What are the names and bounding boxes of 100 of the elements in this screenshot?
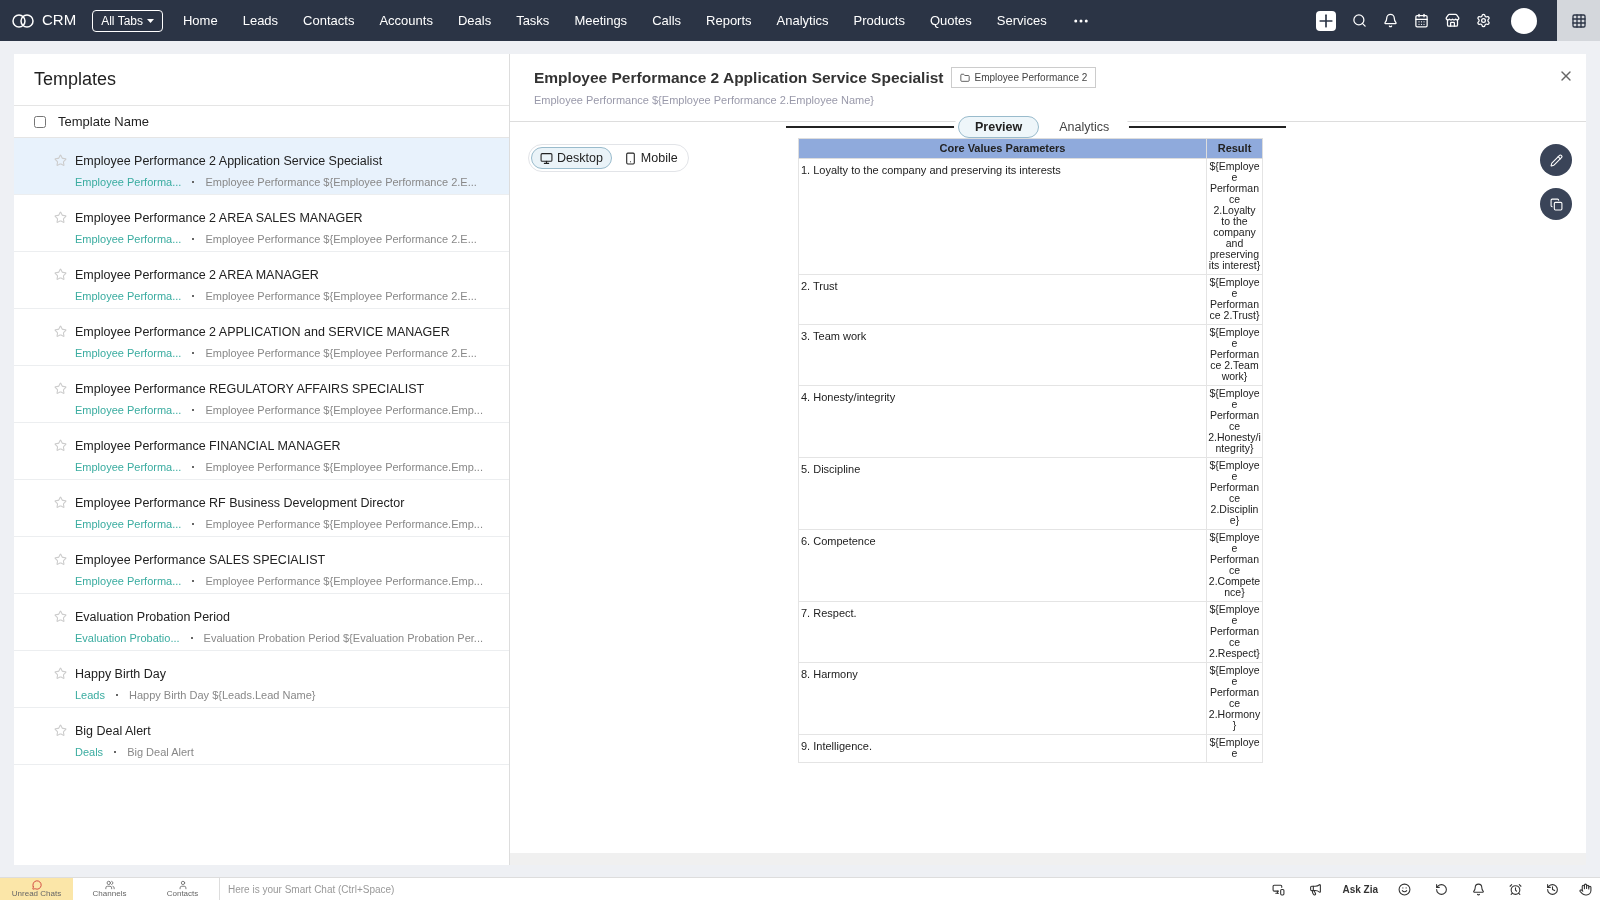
star-icon[interactable]: [54, 610, 67, 623]
subject-text: Evaluation Probation Period ${Evaluation Probation Per...: [203, 630, 484, 646]
template-name: Employee Performance 2 AREA SALES MANAGER: [75, 210, 364, 227]
chat-icon: [31, 880, 42, 890]
template-name: Employee Performance 2 AREA MANAGER: [75, 267, 320, 284]
apps-button[interactable]: [1557, 0, 1600, 41]
nav-tab[interactable]: Tasks: [516, 10, 550, 31]
nav-tab[interactable]: Calls: [652, 10, 682, 31]
app-name: CRM: [42, 10, 77, 31]
template-name: Employee Performance FINANCIAL MANAGER: [75, 438, 342, 455]
panel-title: Templates: [34, 68, 117, 91]
table-cell: 2. Trust: [798, 274, 1207, 325]
table-cell: 3. Team work: [798, 324, 1207, 386]
star-icon[interactable]: [54, 439, 67, 452]
bell-icon[interactable]: [1383, 13, 1398, 28]
module-label: Deals: [75, 744, 104, 760]
module-label: Employee Performa...: [75, 288, 182, 304]
subject-text: Employee Performance ${Employee Performance.Emp...: [205, 402, 483, 418]
module-label: Employee Performa...: [75, 459, 182, 475]
nav-tab[interactable]: Reports: [706, 10, 752, 31]
table-cell: ${Employee Performance 2.Hormony}: [1206, 662, 1263, 735]
nav-tab[interactable]: Quotes: [929, 10, 972, 31]
table-cell: ${Employee Performance 2.Competence}: [1206, 529, 1263, 602]
subject-text: Employee Performance ${Employee Performance 2.E...: [205, 174, 477, 190]
avatar[interactable]: [1511, 7, 1537, 34]
bell-icon[interactable]: [1472, 882, 1485, 896]
subject-text: Employee Performance ${Employee Performance.Emp...: [205, 459, 483, 475]
table-cell: ${Employee Performance 2.Loyalty to the company and preserving its interest}: [1206, 158, 1263, 275]
logo-icon: [12, 13, 34, 28]
chat-bar-item[interactable]: Unread Chats: [0, 878, 73, 900]
template-name: Big Deal Alert: [75, 723, 152, 740]
view-tab[interactable]: Mobile: [615, 147, 686, 169]
star-icon[interactable]: [54, 268, 67, 281]
module-label: Employee Performa...: [75, 516, 182, 532]
table-cell: ${Employee Performance 2.Team work}: [1206, 324, 1263, 386]
template-name: Evaluation Probation Period: [75, 609, 231, 626]
nav-tab[interactable]: Home: [183, 10, 218, 31]
monitor-icon: [540, 151, 553, 165]
calendar-icon[interactable]: [1414, 13, 1429, 28]
preview-tab[interactable]: Analytics: [1043, 116, 1126, 138]
star-icon[interactable]: [54, 553, 67, 566]
nav-tab[interactable]: Meetings: [574, 10, 628, 31]
edit-button[interactable]: [1540, 144, 1572, 176]
nav-tab[interactable]: Products: [853, 10, 905, 31]
all-tabs-dropdown[interactable]: All Tabs: [92, 9, 163, 32]
nav-tab[interactable]: Deals: [457, 10, 492, 31]
hand-icon[interactable]: [1579, 882, 1592, 896]
table-cell: 7. Respect.: [798, 601, 1207, 663]
star-icon[interactable]: [54, 325, 67, 338]
template-name: Employee Performance REGULATORY AFFAIRS SPECIALIST: [75, 381, 426, 398]
column-header: Template Name: [58, 112, 150, 131]
settings-icon[interactable]: [1476, 13, 1491, 28]
screen-icon[interactable]: [1272, 882, 1286, 896]
chat-bar-item[interactable]: Channels: [73, 878, 146, 900]
smart-chat-field[interactable]: Here is your Smart Chat (Ctrl+Space): [219, 878, 1261, 900]
folder-icon: [960, 72, 971, 83]
star-icon[interactable]: [54, 211, 67, 224]
star-icon[interactable]: [54, 724, 67, 737]
star-icon[interactable]: [54, 667, 67, 680]
store-icon[interactable]: [1445, 13, 1460, 28]
table-cell: ${Employee Performance 2.Trust}: [1206, 274, 1263, 325]
smile-icon[interactable]: [1398, 882, 1411, 896]
preview-tab[interactable]: Preview: [958, 116, 1040, 138]
people-icon: [104, 880, 115, 890]
person-icon: [177, 880, 188, 890]
template-row[interactable]: Employee Performance 2 Application Service Specialist Employee Performa... Employee Performance ${Employee Performance 2.E...: [14, 138, 509, 195]
nav-tab[interactable]: Services: [996, 10, 1047, 31]
template-title: Employee Performance 2 Application Service Specialist: [534, 68, 944, 89]
nav-tab[interactable]: Analytics: [776, 10, 829, 31]
module-label: Evaluation Probatio...: [75, 630, 180, 646]
nav-tab[interactable]: Accounts: [379, 10, 433, 31]
nav-tab[interactable]: Leads: [242, 10, 279, 31]
ask-zia-button[interactable]: Ask Zia: [1334, 881, 1386, 897]
template-name: Happy Birth Day: [75, 666, 167, 683]
template-name: Employee Performance SALES SPECIALIST: [75, 552, 327, 569]
history-icon[interactable]: [1546, 882, 1559, 896]
add-icon[interactable]: [1316, 10, 1336, 31]
table-cell: ${Employee: [1206, 734, 1263, 763]
template-name: Employee Performance RF Business Development Director: [75, 495, 406, 512]
module-label: Employee Performa...: [75, 174, 182, 190]
chat-bar-item[interactable]: Contacts: [146, 878, 219, 900]
module-label: Employee Performa...: [75, 573, 182, 589]
subject-text: Big Deal Alert: [127, 744, 194, 760]
search-icon[interactable]: [1352, 13, 1367, 28]
select-all-checkbox[interactable]: [34, 115, 46, 128]
subject-text: Employee Performance ${Employee Performance 2.E...: [205, 345, 477, 361]
star-icon[interactable]: [54, 154, 67, 167]
rotate-icon[interactable]: [1435, 882, 1448, 896]
view-tab[interactable]: Desktop: [531, 147, 612, 169]
copy-button[interactable]: [1540, 188, 1572, 220]
nav-tab[interactable]: Contacts: [303, 10, 355, 31]
module-label: Employee Performa...: [75, 231, 182, 247]
alarm-clock-icon[interactable]: [1509, 882, 1522, 896]
horizontal-scrollbar[interactable]: [510, 853, 1586, 865]
star-icon[interactable]: [54, 382, 67, 395]
module-label: Employee Performa...: [75, 402, 182, 418]
table-cell: ${Employee Performance 2.Honesty/integrity}: [1206, 385, 1263, 458]
megaphone-icon[interactable]: [1309, 882, 1323, 896]
subject-text: Employee Performance ${Employee Performance 2.E...: [205, 231, 477, 247]
star-icon[interactable]: [54, 496, 67, 509]
